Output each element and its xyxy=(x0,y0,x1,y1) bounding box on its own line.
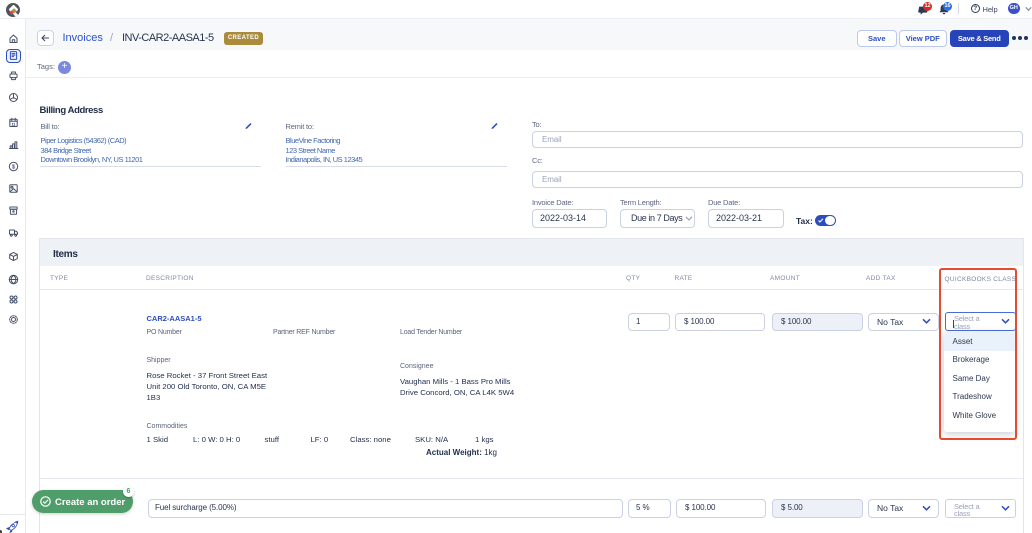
svg-text:11: 11 xyxy=(12,122,16,126)
svg-text:$: $ xyxy=(12,164,15,170)
